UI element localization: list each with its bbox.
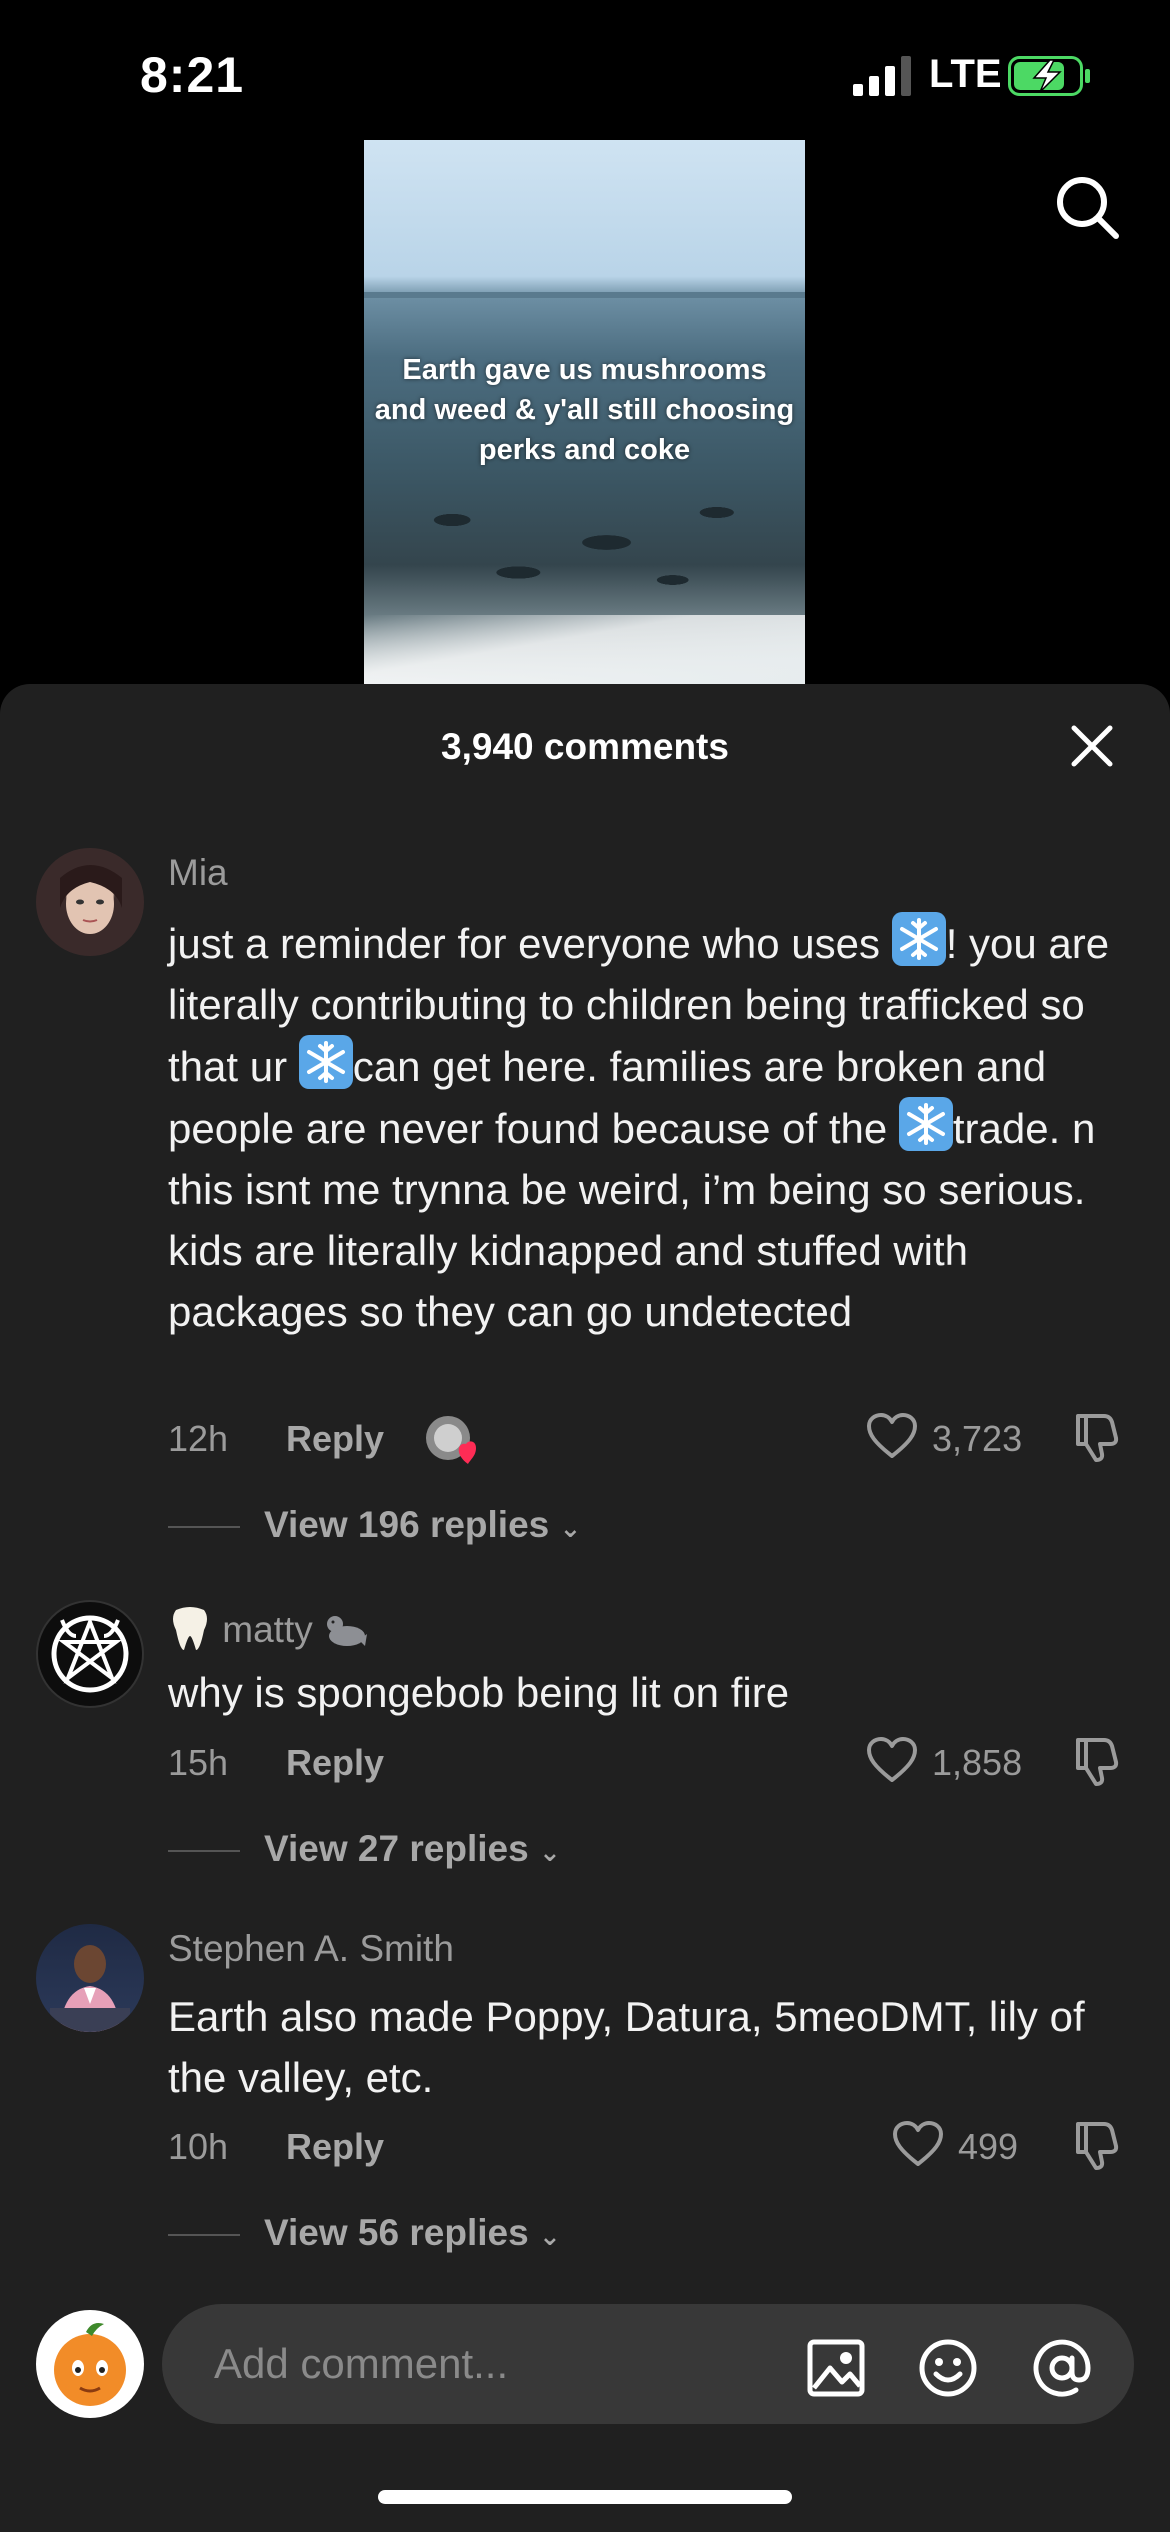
avatar[interactable] [36,1924,144,2032]
snowflake-icon [891,912,946,966]
snowflake-icon [898,1097,953,1151]
view-replies-divider [168,1526,240,1528]
home-indicator[interactable] [378,2490,792,2504]
status-time: 8:21 [140,47,245,103]
comment-text: Earth also made Poppy, Datura, 5meoDMT, … [168,1993,1085,2101]
chevron-down-icon: ⌄ [538,1837,561,1867]
comment-meta: 12h Reply [168,1418,384,1460]
comment-username[interactable]: matty [168,1604,369,1652]
chevron-down-icon: ⌄ [559,1513,582,1543]
battery-charging-icon [1008,56,1090,96]
search-icon[interactable] [1052,172,1122,242]
comment-text: just a reminder for everyone who uses ! … [168,912,1138,1342]
view-replies-button[interactable]: View 27 replies ⌄ [264,1828,561,1870]
heart-icon[interactable] [892,2120,944,2168]
comment-time: 10h [168,2126,229,2167]
chevron-down-icon: ⌄ [538,2221,561,2251]
comment-time: 12h [168,1418,229,1459]
heart-icon[interactable] [866,1736,918,1784]
like-count: 3,723 [932,1418,1023,1459]
signal-icon [853,56,911,96]
video-caption: Earth gave us mushrooms and weed & y'all… [374,354,795,466]
reply-button[interactable]: Reply [286,1742,384,1783]
my-avatar[interactable] [36,2310,144,2418]
view-replies-label: View 196 replies [264,1504,550,1545]
dislike-icon[interactable] [1068,1734,1122,1788]
reply-button[interactable]: Reply [286,2126,384,2167]
dislike-icon[interactable] [1068,1410,1122,1464]
avatar[interactable] [36,1600,144,1708]
comment-text-part: ! [945,920,958,967]
comment-meta: 15h Reply [168,1742,384,1784]
comment-time: 15h [168,1742,229,1783]
view-replies-divider [168,1850,240,1852]
comment-username[interactable]: Stephen A. Smith [168,1928,454,1970]
close-icon[interactable] [1068,722,1116,770]
video-horizon [364,292,805,298]
video-preview[interactable]: Earth gave us mushrooms and weed & y'all… [364,140,805,685]
heart-icon[interactable] [866,1412,918,1460]
comment-input-container[interactable] [162,2304,1134,2424]
avatar[interactable] [36,848,144,956]
view-replies-label: View 56 replies [264,2212,529,2253]
like-count: 1,858 [932,1742,1023,1783]
comment-username[interactable]: Mia [168,852,228,894]
at-icon[interactable] [1032,2338,1092,2398]
tooth-icon [173,1607,207,1650]
comment-username-text: matty [222,1609,313,1650]
view-replies-label: View 27 replies [264,1828,529,1869]
dislike-icon[interactable] [1068,2118,1122,2172]
comment-text: why is spongebob being lit on fire [168,1669,790,1716]
video-rocks [364,460,805,610]
view-replies-divider [168,2234,240,2236]
comment-input[interactable] [214,2332,774,2396]
reply-button[interactable]: Reply [286,1418,384,1459]
network-label: LTE [929,52,1002,96]
image-icon[interactable] [806,2338,866,2398]
snowflake-icon [298,1035,353,1089]
video-surf [364,615,805,685]
like-count: 499 [958,2126,1019,2167]
comment-text-part: just a reminder for everyone who uses [168,920,892,967]
view-replies-button[interactable]: View 196 replies ⌄ [264,1504,581,1546]
creator-liked-badge [426,1416,476,1464]
comment-input-bar [0,2292,1170,2452]
view-replies-button[interactable]: View 56 replies ⌄ [264,2212,561,2254]
comment-meta: 10h Reply [168,2126,384,2168]
emoji-icon[interactable] [918,2338,978,2398]
comments-count-title: 3,940 comments [441,726,729,767]
seal-icon [327,1616,368,1646]
status-bar: 8:21 LTE [0,0,1170,140]
